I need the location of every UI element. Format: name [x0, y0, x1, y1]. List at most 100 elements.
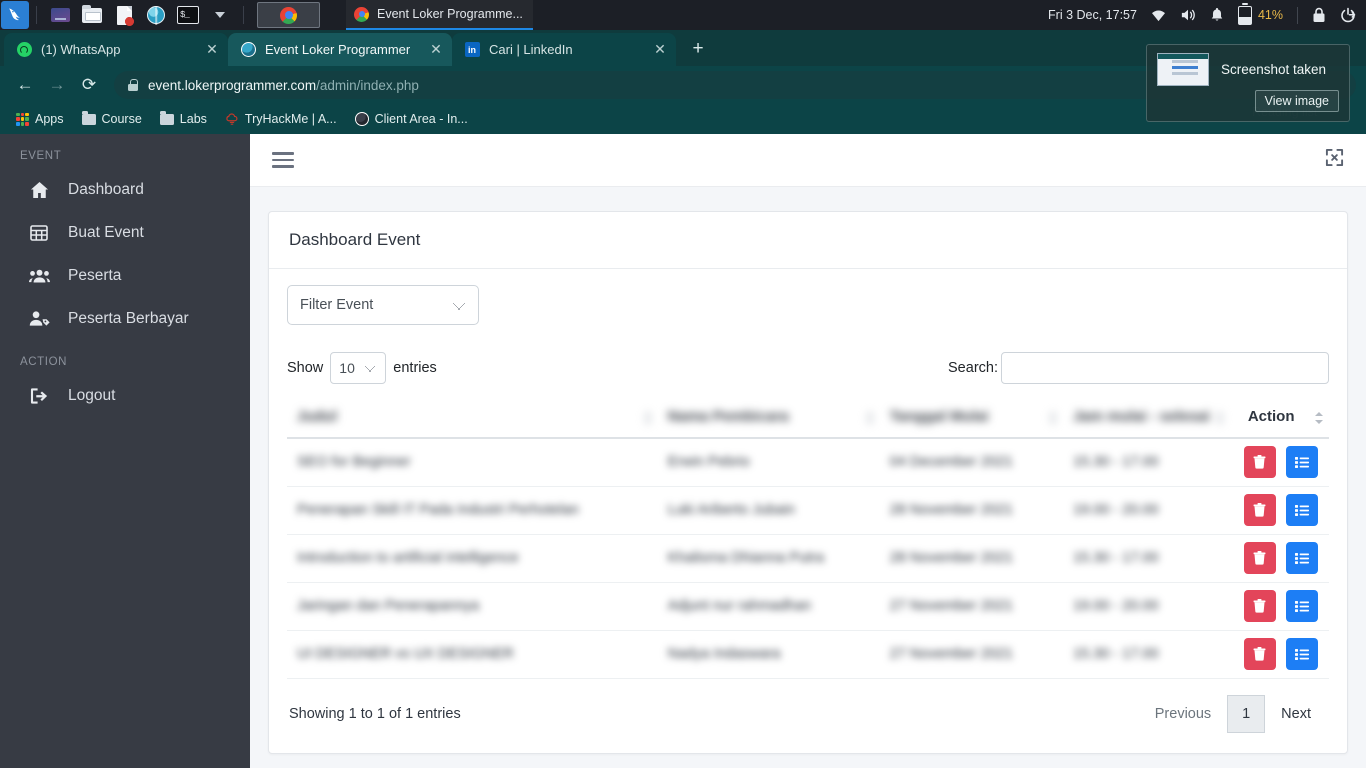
wifi-icon[interactable]	[1151, 9, 1166, 22]
cell-pembicara: Nadya Indaswara	[657, 630, 880, 679]
sidebar-item-label: Peserta	[68, 266, 122, 284]
delete-button[interactable]	[1243, 590, 1276, 622]
tab-title: Event Loker Programmer	[265, 42, 411, 57]
column-label: Nama Pembicara	[667, 408, 789, 425]
chrome-icon	[354, 6, 369, 22]
bell-icon[interactable]	[1210, 7, 1224, 23]
logout-icon	[28, 387, 50, 405]
column-header-action[interactable]: Action	[1229, 398, 1329, 439]
delete-button[interactable]	[1243, 494, 1276, 526]
table-row[interactable]: Introduction to artificial intelligence …	[287, 534, 1329, 583]
chevron-down-icon[interactable]	[207, 2, 233, 28]
detail-button[interactable]	[1285, 494, 1318, 526]
terminal-icon[interactable]: $_	[175, 2, 201, 28]
table-row[interactable]: UI DESIGNER vs UX DESIGNER Nadya Indaswa…	[287, 630, 1329, 679]
cell-judul: UI DESIGNER vs UX DESIGNER	[287, 630, 658, 679]
table-head: Judul Nama Pembicara Tanggal Mulai Jam m…	[287, 398, 1329, 439]
file-browser-icon[interactable]	[79, 2, 105, 28]
close-icon[interactable]: ✕	[652, 41, 668, 58]
view-image-button[interactable]: View image	[1254, 90, 1339, 112]
table-header-row: Judul Nama Pembicara Tanggal Mulai Jam m…	[287, 398, 1329, 439]
table-row[interactable]: SEO for Beginner Erwin Pebrio 04 Decembe…	[287, 438, 1329, 487]
column-header-nama-pembicara[interactable]: Nama Pembicara	[657, 398, 880, 439]
bookmark-course[interactable]: Course	[74, 109, 150, 129]
pagination-next[interactable]: Next	[1265, 695, 1327, 733]
toast-content: Screenshot taken	[1147, 45, 1349, 86]
cell-pembicara: Erwin Pebrio	[657, 438, 880, 487]
bookmark-client-area[interactable]: Client Area - In...	[347, 109, 476, 129]
sidebar-item-buat-event[interactable]: Buat Event	[0, 211, 250, 254]
chrome-window-icon[interactable]	[257, 2, 320, 28]
home-icon	[28, 181, 50, 199]
power-icon[interactable]	[1340, 7, 1356, 23]
expand-icon[interactable]	[1325, 148, 1344, 172]
column-header-judul[interactable]: Judul	[287, 398, 658, 439]
browser-tab-whatsapp[interactable]: (1) WhatsApp ✕	[4, 33, 228, 66]
delete-button[interactable]	[1243, 638, 1276, 670]
detail-button[interactable]	[1285, 446, 1318, 479]
folder-icon	[159, 111, 174, 125]
bookmark-labs[interactable]: Labs	[152, 109, 215, 129]
table-row[interactable]: Jaringan dan Penerapannya Adjunt nur rah…	[287, 582, 1329, 631]
screenshot-thumbnail[interactable]	[1157, 53, 1209, 86]
bookmark-apps[interactable]: Apps	[8, 109, 72, 129]
detail-button[interactable]	[1285, 638, 1318, 670]
sort-indicator-icon	[1049, 411, 1058, 425]
sidebar-item-label: Dashboard	[68, 180, 144, 198]
kali-dragon-icon[interactable]	[1, 1, 29, 29]
web-browser-icon[interactable]	[143, 2, 169, 28]
column-header-tanggal-mulai[interactable]: Tanggal Mulai	[879, 398, 1064, 439]
cell-pembicara: Khalisma Dhianna Putra	[657, 534, 880, 583]
reload-icon[interactable]: ⟳	[74, 70, 104, 100]
detail-button[interactable]	[1285, 590, 1318, 622]
bookmark-label: Course	[101, 112, 142, 126]
datatable-controls: Show 10 25 50 100 entries Search:	[287, 352, 1329, 384]
files-manager-icon[interactable]	[47, 2, 73, 28]
entries-info: Showing 1 to 1 of 1 entries	[289, 705, 461, 722]
web-page: EVENT Dashboard Buat Event Peserta Peser…	[0, 134, 1366, 768]
globe-icon	[354, 112, 369, 126]
cell-action	[1229, 486, 1329, 535]
battery-icon[interactable]	[1237, 2, 1252, 25]
detail-button[interactable]	[1285, 542, 1318, 574]
table-row[interactable]: Penerapan Skill IT Pada Industri Perhote…	[287, 486, 1329, 535]
forward-arrow-icon[interactable]: →	[42, 70, 72, 100]
events-table: Judul Nama Pembicara Tanggal Mulai Jam m…	[287, 398, 1329, 679]
bookmark-tryhackme[interactable]: TryHackMe | A...	[217, 109, 345, 129]
delete-button[interactable]	[1243, 446, 1276, 479]
pagination-previous[interactable]: Previous	[1139, 695, 1227, 733]
hamburger-icon[interactable]	[272, 152, 294, 168]
bookmark-label: Client Area - In...	[374, 112, 468, 126]
pagination-page-1[interactable]: 1	[1227, 694, 1266, 733]
sidebar-item-peserta-berbayar[interactable]: Peserta Berbayar	[0, 297, 250, 340]
lock-icon[interactable]	[1312, 7, 1326, 23]
sidebar-item-peserta[interactable]: Peserta	[0, 254, 250, 297]
main-content: Dashboard Event Filter Event Show 10 25 …	[250, 134, 1366, 768]
kali-taskbar: $_ Event Loker Programme... Fri 3 Dec, 1…	[0, 0, 1366, 30]
back-arrow-icon[interactable]: ←	[10, 70, 40, 100]
cell-pembicara: Luki Ariberto Jubain	[657, 486, 880, 535]
column-header-jam[interactable]: Jam mulai - selesai	[1063, 398, 1230, 439]
volume-icon[interactable]	[1180, 8, 1196, 22]
clock[interactable]: Fri 3 Dec, 17:57	[1048, 8, 1137, 22]
table-body: SEO for Beginner Erwin Pebrio 04 Decembe…	[287, 438, 1329, 679]
sidebar-item-logout[interactable]: Logout	[0, 374, 250, 417]
close-icon[interactable]: ✕	[428, 41, 444, 58]
new-tab-button[interactable]: +	[684, 35, 712, 63]
filter-event-select[interactable]: Filter Event	[287, 285, 479, 325]
browser-tab-linkedin[interactable]: in Cari | LinkedIn ✕	[452, 33, 676, 66]
taskbar-active-window[interactable]: Event Loker Programme...	[346, 0, 533, 30]
browser-tab-event-loker[interactable]: Event Loker Programmer ✕	[228, 33, 452, 66]
column-label: Tanggal Mulai	[889, 408, 989, 425]
entries-per-page-select[interactable]: 10 25 50 100	[330, 352, 387, 384]
card-header: Dashboard Event	[269, 212, 1347, 269]
sidebar-item-dashboard[interactable]: Dashboard	[0, 168, 250, 211]
taskbar-window-title: Event Loker Programme...	[377, 7, 523, 21]
bookmark-label: Labs	[179, 112, 207, 126]
cell-jam: 19.00 - 20.00	[1063, 486, 1230, 535]
search-input[interactable]	[1001, 352, 1329, 384]
delete-button[interactable]	[1243, 542, 1276, 574]
tab-title: (1) WhatsApp	[41, 42, 121, 57]
close-icon[interactable]: ✕	[204, 41, 220, 58]
text-editor-icon[interactable]	[111, 2, 137, 28]
